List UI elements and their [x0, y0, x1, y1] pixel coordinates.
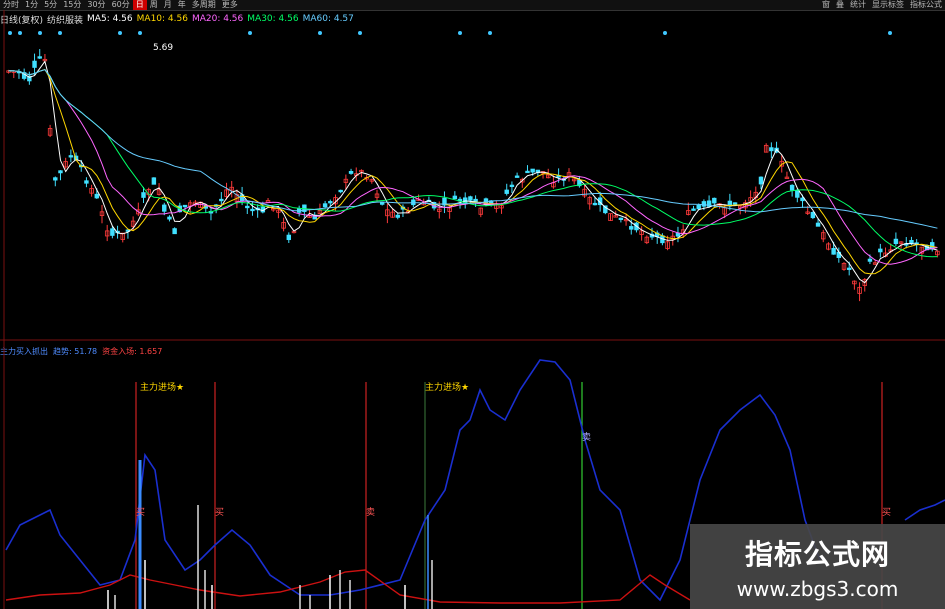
- candle-body: [514, 175, 520, 178]
- ma30-line: [8, 69, 938, 258]
- candle-body: [322, 203, 328, 208]
- candle-body: [58, 170, 63, 174]
- marker-dot: [488, 31, 492, 35]
- candle-body: [167, 216, 172, 220]
- candle-body: [696, 204, 701, 210]
- marker-dot: [358, 31, 362, 35]
- candle-body: [810, 211, 816, 219]
- candle-body: [110, 228, 115, 236]
- marker-dot: [248, 31, 252, 35]
- candle-body: [867, 258, 873, 262]
- watermark: 指标公式网 www.zbgs3.com: [690, 524, 945, 609]
- candle-body: [629, 226, 634, 230]
- candle-body: [37, 56, 42, 59]
- candle-body: [286, 234, 292, 241]
- candle-body: [504, 189, 509, 194]
- marker-dot: [318, 31, 322, 35]
- candle-body: [338, 189, 343, 193]
- candle-body: [878, 248, 883, 253]
- candle-body: [509, 184, 515, 188]
- marker-dot: [663, 31, 667, 35]
- candle-body: [328, 201, 333, 204]
- candle-body: [172, 228, 177, 235]
- signal-annotation: 主力进场★: [425, 381, 469, 393]
- candle-body: [32, 60, 37, 68]
- candle-body: [452, 195, 458, 200]
- marker-dot: [58, 31, 62, 35]
- marker-dot: [18, 31, 22, 35]
- candle-body: [525, 170, 530, 174]
- candle-body: [182, 204, 188, 208]
- candle-body: [348, 170, 354, 174]
- candle-body: [675, 232, 681, 237]
- candle-body: [701, 201, 707, 207]
- candle-body: [395, 214, 400, 218]
- candle-body: [151, 177, 157, 185]
- marker-dot: [458, 31, 462, 35]
- candle-body: [732, 202, 738, 205]
- signal-annotation: 卖: [366, 507, 375, 518]
- candle-body: [219, 198, 224, 202]
- marker-dot: [8, 31, 12, 35]
- candle-body: [758, 176, 764, 185]
- candle-body: [618, 217, 624, 221]
- candle-body: [162, 204, 167, 212]
- candle-body: [893, 238, 899, 245]
- candle-body: [265, 200, 271, 203]
- candle-body: [831, 247, 836, 255]
- signal-annotation: 买: [882, 507, 891, 518]
- candle-body: [815, 222, 821, 227]
- watermark-url: www.zbgs3.com: [736, 576, 899, 601]
- candle-body: [789, 184, 795, 191]
- ma20-line: [8, 69, 938, 265]
- signal-annotation: 卖: [582, 432, 591, 443]
- stock-chart[interactable]: 5.69主力进场★ 主力进场★买买卖卖买: [0, 0, 945, 609]
- candle-body: [94, 193, 100, 199]
- candle-body: [530, 168, 535, 173]
- candle-body: [592, 202, 598, 206]
- price-label: 5.69: [153, 43, 173, 53]
- candle-body: [250, 208, 255, 212]
- marker-dot: [38, 31, 42, 35]
- candle-body: [846, 267, 852, 270]
- signal-annotation: 买: [136, 507, 145, 518]
- signal-annotation: 主力进场★: [140, 381, 184, 393]
- marker-dot: [888, 31, 892, 35]
- marker-dot: [138, 31, 142, 35]
- candle-body: [769, 147, 774, 152]
- candle-body: [712, 197, 717, 204]
- candle-body: [245, 205, 250, 209]
- marker-dot: [118, 31, 122, 35]
- candle-body: [691, 208, 696, 211]
- watermark-title: 指标公式网: [744, 537, 890, 571]
- signal-annotation: 买: [215, 507, 224, 518]
- candle-body: [53, 177, 58, 181]
- trend-curve-tail: [904, 499, 945, 521]
- candle-body: [468, 196, 473, 201]
- ma10-line: [8, 68, 938, 275]
- candle-body: [795, 189, 800, 198]
- candle-body: [141, 192, 146, 198]
- candle-body: [68, 155, 74, 158]
- candle-body: [379, 202, 385, 205]
- candle-body: [84, 180, 89, 184]
